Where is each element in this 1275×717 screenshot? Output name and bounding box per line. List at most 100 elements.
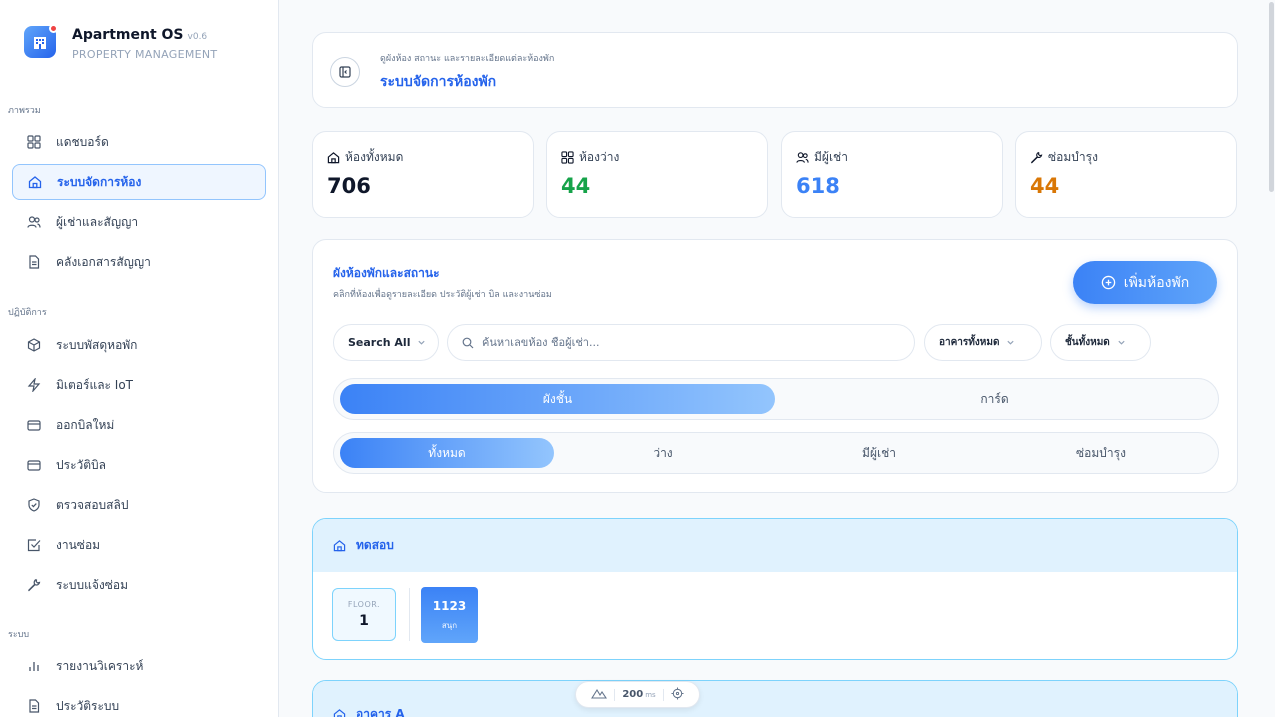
section-overview: ภาพรวม <box>8 106 41 116</box>
tab-cards[interactable]: การ์ด <box>777 379 1212 419</box>
sidebar-item-reports[interactable]: รายงานวิเคราะห์ <box>12 648 266 684</box>
stat-value: 618 <box>796 174 840 198</box>
sidebar-item-label: ระบบจัดการห้อง <box>57 174 142 189</box>
grid-icon <box>561 151 574 164</box>
tab-status-vacant[interactable]: ว่าง <box>556 433 770 473</box>
floor-label: FLOOR. <box>347 600 381 609</box>
section-system: ระบบ <box>8 630 30 640</box>
sidebar-item-label: ระบบพัสดุหอพัก <box>56 337 138 352</box>
page-title: ระบบจัดการห้องพัก <box>380 74 497 90</box>
chevron-down-icon <box>1117 338 1126 347</box>
room-status: สนุก <box>441 620 458 630</box>
home-icon <box>333 708 346 717</box>
stat-card-occupied: มีผู้เช่า 618 <box>781 131 1003 218</box>
latency-unit: ms <box>645 690 656 699</box>
package-icon <box>26 337 42 353</box>
sidebar-item-repair-requests[interactable]: ระบบแจ้งซ่อม <box>12 567 266 603</box>
page-header: ดูผังห้อง สถานะ และรายละเอียดแต่ละห้องพั… <box>312 32 1238 108</box>
sidebar-item-label: มิเตอร์และ IoT <box>56 377 134 392</box>
users-icon <box>26 214 42 230</box>
stat-card-maintenance: ซ่อมบำรุง 44 <box>1015 131 1237 218</box>
scrollbar-thumb[interactable] <box>1269 2 1274 192</box>
sidebar-item-bill-history[interactable]: ประวัติบิล <box>12 447 266 483</box>
shield-check-icon <box>26 497 42 513</box>
tab-status-maintenance[interactable]: ซ่อมบำรุง <box>988 433 1214 473</box>
bar-chart-icon <box>26 658 42 674</box>
search-input[interactable] <box>482 336 882 349</box>
home-icon <box>333 539 346 552</box>
crosshair-icon[interactable] <box>671 686 684 703</box>
sidebar-item-label: ตรวจสอบสลิป <box>56 497 129 512</box>
sidebar-item-label: ออกบิลใหม่ <box>56 417 115 432</box>
sidebar-item-room-management[interactable]: ระบบจัดการห้อง <box>12 164 266 200</box>
add-room-label: เพิ่มห้องพัก <box>1123 274 1190 291</box>
brand-title: Apartment OS <box>72 27 184 43</box>
page-subtitle: ดูผังห้อง สถานะ และรายละเอียดแต่ละห้องพั… <box>380 54 555 64</box>
sidebar-item-tenants[interactable]: ผู้เช่าและสัญญา <box>12 204 266 240</box>
search-field[interactable] <box>447 324 915 361</box>
building-filter-value: อาคารทั้งหมด <box>939 337 1000 348</box>
latency-value: 200 <box>622 689 644 700</box>
sidebar-item-label: งานซ่อม <box>56 537 101 552</box>
sidebar-item-meters-iot[interactable]: มิเตอร์และ IoT <box>12 367 266 403</box>
floor-filter-value: ชั้นทั้งหมด <box>1065 337 1110 348</box>
sidebar-item-repair-jobs[interactable]: งานซ่อม <box>12 527 266 563</box>
building-name: ทดสอบ <box>356 538 394 552</box>
sidebar-item-label: แดชบอร์ด <box>56 134 109 149</box>
stat-label: ห้องทั้งหมด <box>345 150 404 164</box>
stat-label: มีผู้เช่า <box>814 150 848 164</box>
add-room-button[interactable]: เพิ่มห้องพัก <box>1073 261 1217 304</box>
floor-label-box: FLOOR. 1 <box>332 588 396 641</box>
sidebar-toggle-icon <box>339 66 351 78</box>
view-mode-switch: ผังชั้น การ์ด <box>333 378 1219 420</box>
room-tile[interactable]: 1123 สนุก <box>421 587 478 643</box>
document-icon <box>26 254 42 270</box>
stat-value: 706 <box>327 174 371 198</box>
search-scope-select[interactable]: Search All <box>333 324 439 361</box>
room-map-subtitle: คลิกที่ห้องเพื่อดูรายละเอียด ประวัติผู้เ… <box>333 290 552 300</box>
sidebar-item-dashboard[interactable]: แดชบอร์ด <box>12 124 266 160</box>
collapse-sidebar-button[interactable] <box>330 57 360 87</box>
building-header[interactable]: ทดสอบ <box>313 519 1237 572</box>
sidebar-item-slip-check[interactable]: ตรวจสอบสลิป <box>12 487 266 523</box>
wrench-icon <box>1030 151 1043 164</box>
stat-card-vacant: ห้องว่าง 44 <box>546 131 768 218</box>
sidebar-item-label: ผู้เช่าและสัญญา <box>56 214 139 229</box>
building-filter-select[interactable]: อาคารทั้งหมด <box>924 324 1042 361</box>
sidebar: Apartment OS v0.6 PROPERTY MANAGEMENT ภาพ… <box>0 0 279 717</box>
card-icon <box>26 417 42 433</box>
building-section: อาคาร A <box>312 680 1238 717</box>
plus-circle-icon <box>1101 275 1116 290</box>
sidebar-item-parcels[interactable]: ระบบพัสดุหอพัก <box>12 327 266 363</box>
tab-status-occupied[interactable]: มีผู้เช่า <box>772 433 986 473</box>
home-icon <box>27 174 43 190</box>
performance-overlay[interactable]: 200 ms <box>575 681 700 708</box>
sidebar-item-label: รายงานวิเคราะห์ <box>56 658 144 673</box>
tab-status-all[interactable]: ทั้งหมด <box>340 433 554 473</box>
divider <box>614 688 616 701</box>
room-number: 1123 <box>432 598 467 613</box>
home-icon <box>327 151 340 164</box>
brand-version: v0.6 <box>187 32 208 42</box>
card-icon <box>26 457 42 473</box>
building-header[interactable]: อาคาร A <box>313 681 1237 717</box>
floor-filter-select[interactable]: ชั้นทั้งหมด <box>1050 324 1151 361</box>
divider <box>662 688 664 701</box>
sidebar-item-system-history[interactable]: ประวัติระบบ <box>12 688 266 717</box>
sidebar-item-new-bill[interactable]: ออกบิลใหม่ <box>12 407 266 443</box>
notification-dot <box>49 24 58 33</box>
chevron-down-icon <box>417 338 426 347</box>
sidebar-item-contract-docs[interactable]: คลังเอกสารสัญญา <box>12 244 266 280</box>
section-operations: ปฏิบัติการ <box>8 308 47 318</box>
search-scope-value: Search All <box>348 336 411 349</box>
chevron-down-icon <box>1006 338 1015 347</box>
wrench-icon <box>26 577 42 593</box>
sidebar-item-label: ประวัติบิล <box>56 457 107 472</box>
mountain-icon <box>591 687 608 702</box>
stat-card-total-rooms: ห้องทั้งหมด 706 <box>312 131 534 218</box>
room-map-panel: ผังห้องพักและสถานะ คลิกที่ห้องเพื่อดูราย… <box>312 239 1238 493</box>
stat-value: 44 <box>1030 174 1060 198</box>
stat-label: ซ่อมบำรุง <box>1048 150 1098 164</box>
tab-floor-plan[interactable]: ผังชั้น <box>340 379 775 419</box>
sidebar-item-label: ระบบแจ้งซ่อม <box>56 577 129 592</box>
